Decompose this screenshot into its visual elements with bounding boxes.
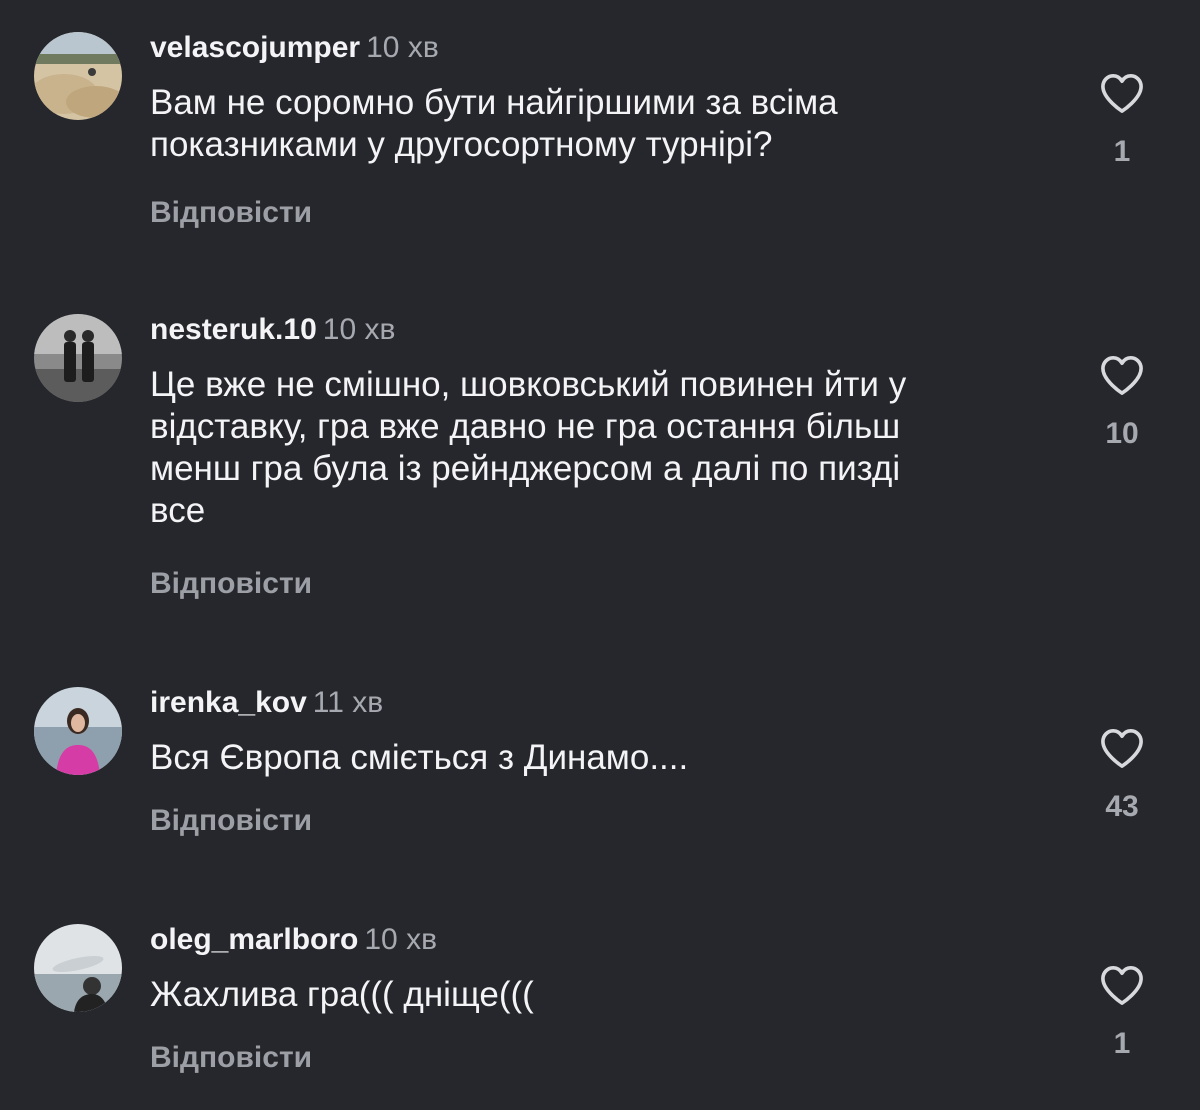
like-control: 1 [1082, 964, 1162, 1062]
comment-header: nesteruk.10 10 хв [150, 312, 395, 348]
username[interactable]: irenka_kov [150, 686, 307, 719]
avatar-photo-woman [34, 687, 122, 775]
timestamp: 10 хв [364, 923, 438, 956]
heart-outline-icon[interactable] [1099, 727, 1145, 769]
avatar[interactable] [34, 32, 122, 120]
comment-text: Вся Європа сміється з Динамо.... [150, 738, 689, 777]
comment-header: oleg_marlboro 10 хв [150, 922, 437, 958]
avatar-photo-sand [34, 32, 122, 120]
timestamp: 11 хв [312, 686, 384, 719]
comment-header: velascojumper 10 хв [150, 30, 439, 66]
comment-header: irenka_kov 11 хв [150, 685, 383, 721]
username[interactable]: oleg_marlboro [150, 923, 358, 956]
reply-button[interactable]: Відповісти [150, 195, 312, 231]
avatar-photo-people-bw [34, 314, 122, 402]
like-count: 10 [1105, 417, 1139, 450]
heart-outline-icon[interactable] [1099, 354, 1145, 396]
like-control: 1 [1082, 72, 1162, 170]
comment-text: Жахлива гра((( дніще((( [150, 975, 534, 1014]
reply-button[interactable]: Відповісти [150, 566, 312, 602]
reply-button[interactable]: Відповісти [150, 1040, 312, 1076]
comment-text: Вам не соромно бути найгіршими за всіма … [150, 83, 838, 164]
avatar[interactable] [34, 924, 122, 1012]
avatar[interactable] [34, 687, 122, 775]
heart-outline-icon[interactable] [1099, 72, 1145, 114]
like-count: 1 [1113, 135, 1131, 168]
like-control: 10 [1082, 354, 1162, 452]
like-control: 43 [1082, 727, 1162, 825]
like-count: 43 [1105, 790, 1139, 823]
avatar-photo-fisherman [34, 924, 122, 1012]
timestamp: 10 хв [366, 31, 439, 64]
username[interactable]: nesteruk.10 [150, 313, 317, 346]
reply-button[interactable]: Відповісти [150, 803, 312, 839]
comment-text: Це вже не смішно, шовковський повинен йт… [150, 365, 907, 530]
avatar[interactable] [34, 314, 122, 402]
heart-outline-icon[interactable] [1099, 964, 1145, 1006]
like-count: 1 [1113, 1027, 1131, 1060]
username[interactable]: velascojumper [150, 31, 360, 64]
timestamp: 10 хв [322, 313, 396, 346]
